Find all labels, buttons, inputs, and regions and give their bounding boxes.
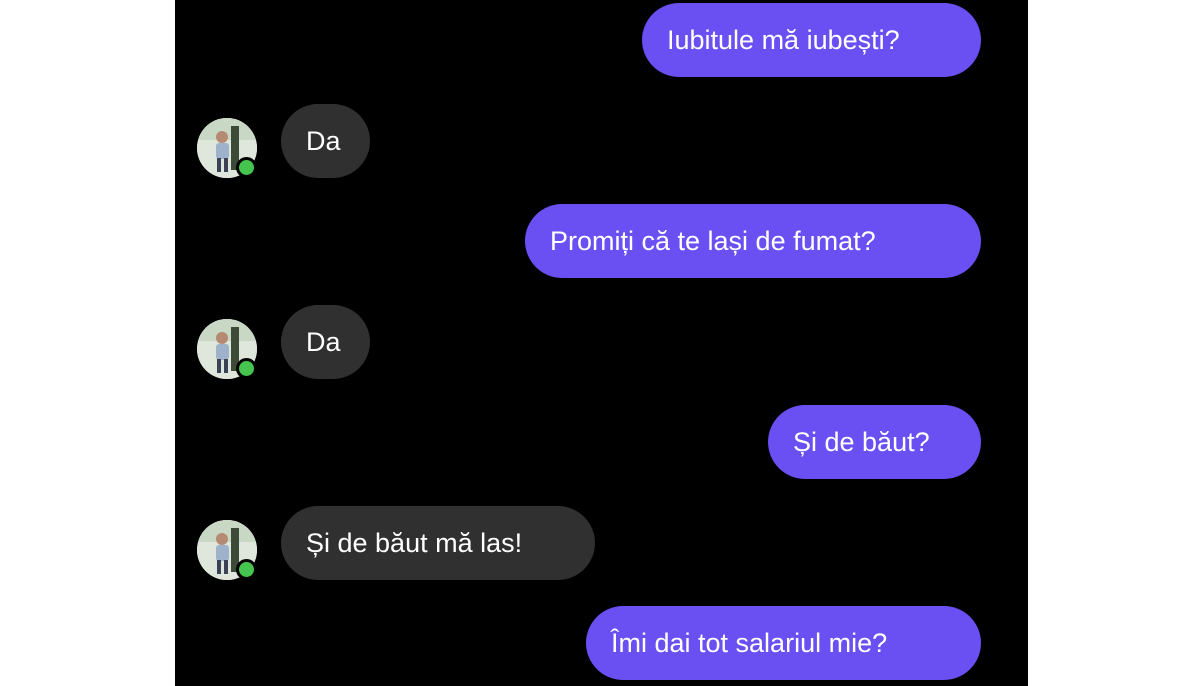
chat-thread[interactable]: Iubitule mă iubești? Da Promiți că te la… (175, 0, 1028, 686)
message-text: Promiți că te lași de fumat? (550, 225, 876, 256)
message-text: Iubitule mă iubești? (667, 24, 900, 55)
screenshot-frame: Iubitule mă iubești? Da Promiți că te la… (0, 0, 1200, 686)
message-text: Îmi dai tot salariul mie? (611, 627, 888, 658)
contact-avatar[interactable] (197, 319, 257, 379)
online-status-icon (236, 358, 257, 379)
outgoing-message-bubble[interactable]: Iubitule mă iubești? (642, 3, 981, 77)
message-text: Și de băut? (793, 426, 930, 457)
incoming-message-bubble[interactable]: Și de băut mă las! (281, 506, 595, 580)
contact-avatar[interactable] (197, 118, 257, 178)
online-status-icon (236, 157, 257, 178)
online-status-icon (236, 559, 257, 580)
outgoing-message-bubble[interactable]: Promiți că te lași de fumat? (525, 204, 981, 278)
message-text: Da (306, 326, 341, 357)
incoming-message-bubble[interactable]: Da (281, 305, 370, 379)
incoming-message-bubble[interactable]: Da (281, 104, 370, 178)
outgoing-message-bubble[interactable]: Și de băut? (768, 405, 981, 479)
message-text: Și de băut mă las! (306, 527, 523, 558)
outgoing-message-bubble[interactable]: Îmi dai tot salariul mie? (586, 606, 981, 680)
message-text: Da (306, 125, 341, 156)
contact-avatar[interactable] (197, 520, 257, 580)
